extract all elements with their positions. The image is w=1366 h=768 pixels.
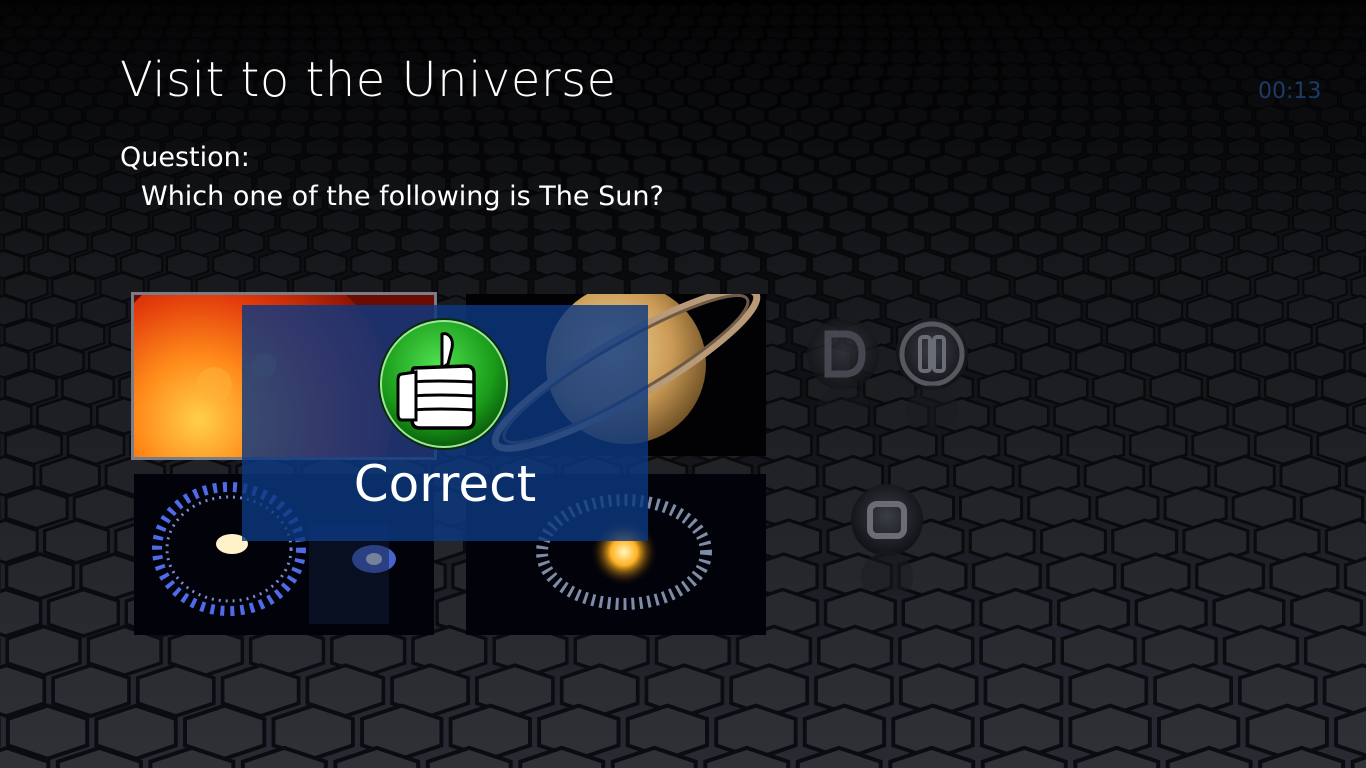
stop-icon [851, 484, 923, 603]
game-title: Visit to the Universe [120, 52, 617, 108]
pause-icon [896, 318, 968, 437]
stop-button[interactable] [848, 480, 926, 603]
countdown-timer: 00:13 [1258, 79, 1322, 104]
result-label: Correct [353, 455, 537, 513]
pause-button[interactable] [893, 316, 971, 437]
play-icon [807, 318, 879, 437]
game-screen: Visit to the Universe 00:13 Question: Wh… [0, 0, 1366, 768]
thumbs-up-icon [378, 318, 510, 450]
correct-feedback-overlay: Correct [242, 305, 648, 541]
question-text: Which one of the following is The Sun? [141, 181, 664, 212]
question-label: Question: [120, 142, 250, 173]
play-button[interactable] [804, 316, 882, 437]
